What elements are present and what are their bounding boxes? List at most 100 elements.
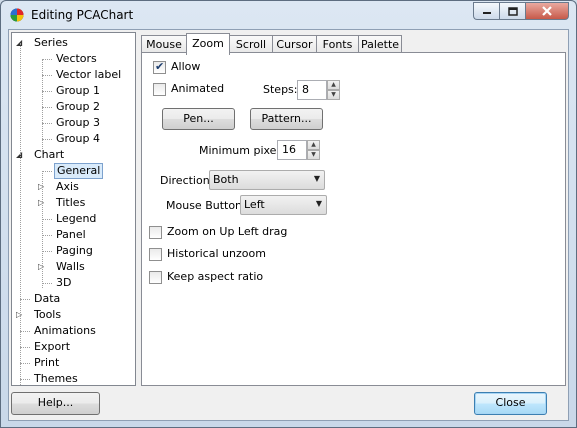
maximize-button[interactable] xyxy=(499,2,525,20)
tree-item[interactable]: Export xyxy=(12,339,135,355)
dialog-window: Editing PCAChart ◢ Series Vectors Vector la… xyxy=(0,0,577,428)
tree-connector xyxy=(42,139,52,140)
direction-value: Both xyxy=(213,173,239,186)
steps-spinner[interactable]: 8 ▲ ▼ xyxy=(297,80,340,100)
spin-down-icon[interactable]: ▼ xyxy=(327,90,340,100)
steps-label: Steps: xyxy=(263,83,298,96)
minimum-pixels-value: 16 xyxy=(282,143,296,156)
tree-item[interactable]: Vector label xyxy=(12,67,135,83)
steps-value: 8 xyxy=(302,83,309,96)
tree-connector xyxy=(42,59,43,151)
tree-item[interactable]: ▷ Tools xyxy=(12,307,135,323)
tree-item-label: Legend xyxy=(56,212,97,225)
tree-item-label: Vectors xyxy=(56,52,97,65)
minimum-pixels-label: Minimum pixels: xyxy=(199,144,289,157)
minimum-pixels-spin-buttons: ▲ ▼ xyxy=(307,140,320,160)
tree-item[interactable]: Paging xyxy=(12,243,135,259)
direction-label: Direction: xyxy=(160,174,214,187)
tree-item[interactable]: ▷ Axis xyxy=(12,179,135,195)
tree-item-label: Group 1 xyxy=(56,84,100,97)
tree-item[interactable]: ◢ Series xyxy=(12,35,135,51)
tree-item[interactable]: ◢ Chart xyxy=(12,147,135,163)
tree-item-label: Animations xyxy=(34,324,96,337)
minimize-icon xyxy=(482,12,491,14)
tree-item-label: Panel xyxy=(56,228,86,241)
tree-connector xyxy=(42,91,52,92)
tree-item[interactable]: Print xyxy=(12,355,135,371)
tree-connector xyxy=(42,171,52,172)
allow-checkbox[interactable] xyxy=(153,60,166,74)
tree-item[interactable]: Group 3 xyxy=(12,115,135,131)
historical-unzoom-checkbox[interactable] xyxy=(149,248,162,261)
tree-item[interactable]: Legend xyxy=(12,211,135,227)
tree-connector xyxy=(42,219,52,220)
animated-label: Animated xyxy=(171,82,225,95)
chevron-down-icon: ▼ xyxy=(313,174,320,183)
tree-item-label: Tools xyxy=(34,308,62,321)
app-icon xyxy=(10,8,24,22)
tree-item-label: Series xyxy=(34,36,68,49)
tree-item[interactable]: Animations xyxy=(12,323,135,339)
mouse-button-value: Left xyxy=(244,198,265,211)
tree-item-label: Print xyxy=(34,356,60,369)
spin-down-icon[interactable]: ▼ xyxy=(307,150,320,160)
tree-item-label: Vector label xyxy=(56,68,122,81)
chevron-down-icon: ▼ xyxy=(315,199,322,208)
mouse-button-label: Mouse Button: xyxy=(166,199,246,212)
tree-item[interactable]: General xyxy=(12,163,135,179)
title-bar[interactable]: Editing PCAChart xyxy=(1,1,576,29)
tree-item[interactable]: Group 2 xyxy=(12,99,135,115)
tree-item[interactable]: ▷ Walls xyxy=(12,259,135,275)
tree-connector xyxy=(42,171,43,288)
tree-item[interactable]: ▷ Titles xyxy=(12,195,135,211)
minimize-button[interactable] xyxy=(473,2,499,20)
tree-connector xyxy=(42,123,52,124)
tree-connector xyxy=(42,75,52,76)
tree-connector xyxy=(42,251,52,252)
zoom-up-left-checkbox[interactable] xyxy=(149,226,162,239)
tree-item-label: Paging xyxy=(56,244,93,257)
caption-buttons xyxy=(473,2,569,20)
tree-connector xyxy=(20,363,30,364)
keep-aspect-ratio-checkbox[interactable] xyxy=(149,271,162,284)
pen-button[interactable]: Pen... xyxy=(162,108,235,130)
tree-item[interactable]: Group 4 xyxy=(12,131,135,147)
tree-item[interactable]: Panel xyxy=(12,227,135,243)
tree-item-label: General xyxy=(54,163,104,179)
help-button[interactable]: Help... xyxy=(11,392,100,415)
tree-connector xyxy=(20,331,30,332)
tree-connector xyxy=(20,347,30,348)
close-icon xyxy=(542,6,552,16)
tree-item[interactable]: Group 1 xyxy=(12,83,135,99)
category-tree[interactable]: ◢ Series Vectors Vector label Group 1 Group 2… xyxy=(11,32,136,386)
tree-connector xyxy=(20,379,30,380)
spin-up-icon[interactable]: ▲ xyxy=(327,80,340,90)
tree-connector xyxy=(42,59,52,60)
tree-connector xyxy=(20,43,21,385)
close-button[interactable]: Close xyxy=(474,392,547,415)
tree-connector xyxy=(20,299,30,300)
tree-item-label: Export xyxy=(34,340,71,353)
zoom-up-left-label: Zoom on Up Left drag xyxy=(167,225,288,238)
close-window-button[interactable] xyxy=(525,2,569,20)
tree-item-label: Themes xyxy=(34,372,78,385)
tree-connector xyxy=(42,235,52,236)
allow-label: Allow xyxy=(171,60,201,73)
tree-item[interactable]: Data xyxy=(12,291,135,307)
mouse-button-dropdown[interactable]: Left ▼ xyxy=(240,195,327,215)
tree-item[interactable]: Themes xyxy=(12,371,135,385)
direction-dropdown[interactable]: Both ▼ xyxy=(209,170,325,190)
minimum-pixels-spinner[interactable]: 16 ▲ ▼ xyxy=(277,140,320,160)
tree-item-label: Group 3 xyxy=(56,116,100,129)
keep-aspect-ratio-label: Keep aspect ratio xyxy=(167,270,264,283)
dialog-client: ◢ Series Vectors Vector label Group 1 Group 2… xyxy=(8,29,569,421)
pattern-button[interactable]: Pattern... xyxy=(250,108,323,130)
steps-spin-buttons: ▲ ▼ xyxy=(327,80,340,100)
tree-item[interactable]: 3D xyxy=(12,275,135,291)
spin-up-icon[interactable]: ▲ xyxy=(307,140,320,150)
tree-item-label: Group 4 xyxy=(56,132,100,145)
tree-item-label: Titles xyxy=(56,196,86,209)
tab-zoom[interactable]: Zoom xyxy=(186,33,230,55)
animated-checkbox[interactable] xyxy=(153,83,166,96)
tree-item[interactable]: Vectors xyxy=(12,51,135,67)
